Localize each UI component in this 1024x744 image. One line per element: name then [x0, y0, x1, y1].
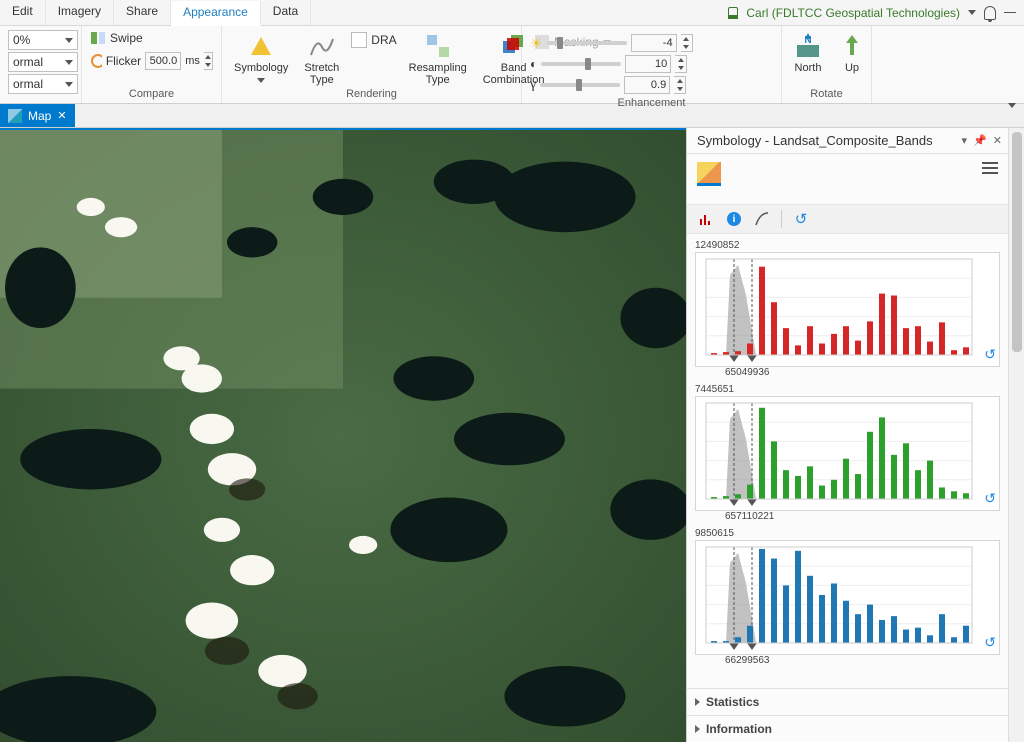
contrast-slider[interactable] [541, 62, 621, 66]
dra-icon [351, 32, 367, 48]
tabstrip-menu[interactable] [1000, 104, 1024, 127]
gamma-spinner[interactable] [674, 76, 686, 94]
symbology-title: Symbology - Landsat_Composite_Bands [697, 133, 933, 148]
tab-edit[interactable]: Edit [0, 0, 46, 25]
tab-data[interactable]: Data [261, 0, 311, 25]
symbology-panel: Symbology - Landsat_Composite_Bands ▾ 📌 … [686, 128, 1008, 742]
transparency-select[interactable]: 0% [8, 30, 78, 50]
user-label[interactable]: Carl (FDLTCC Geospatial Technologies) [746, 6, 960, 20]
histogram-min-label: 6504 [725, 367, 747, 378]
up-icon [842, 33, 862, 59]
histogram-max-x-label: 0221 [752, 511, 774, 522]
brightness-slider[interactable] [547, 41, 627, 45]
histogram-max-label: 9850615 [695, 528, 1000, 539]
histogram-min-label: 6629 [725, 655, 747, 666]
layer-blend-select[interactable]: ormal [8, 52, 78, 72]
ribbon: 0% ormal ormal Swipe Flicker 500.0 ms Co… [0, 26, 1024, 104]
map-tab-icon [8, 109, 22, 123]
lock-icon [728, 7, 738, 19]
minimize-icon[interactable] [1004, 12, 1016, 13]
rotate-group-label: Rotate [790, 88, 863, 100]
menu-icon[interactable] [982, 162, 998, 174]
rendering-group-label: Rendering [230, 88, 513, 100]
histogram-min-label: 65711 [725, 511, 752, 522]
panel-menu-icon[interactable]: ▾ [962, 134, 968, 147]
close-icon[interactable]: ✕ [57, 109, 66, 122]
bell-icon[interactable] [984, 6, 996, 20]
reset-histogram-icon[interactable]: ↺ [984, 634, 996, 651]
stretch-curve-icon[interactable] [753, 210, 771, 228]
enhancement-group-label: Enhancement [530, 97, 773, 109]
histogram-max-x-label: 9563 [747, 655, 769, 666]
north-button[interactable]: N North [790, 30, 826, 76]
feature-blend-select[interactable]: ormal [8, 74, 78, 94]
information-section[interactable]: Information [687, 715, 1008, 742]
histogram-tab-icon[interactable] [697, 210, 715, 228]
map-view[interactable] [0, 128, 686, 742]
map-tab[interactable]: Map ✕ [0, 104, 75, 127]
stretch-icon [309, 33, 335, 59]
histogram-blue[interactable]: ↺ [695, 540, 1000, 655]
dra-toggle[interactable]: DRA [351, 32, 396, 48]
tab-share[interactable]: Share [114, 0, 171, 25]
map-tabstrip: Map ✕ [0, 104, 1024, 128]
histogram-max-label: 12490852 [695, 240, 1000, 251]
pin-icon[interactable]: 📌 [973, 134, 987, 147]
flicker-button[interactable]: Flicker [106, 54, 141, 68]
swipe-icon [90, 30, 106, 46]
contrast-icon: ◐ [530, 57, 537, 71]
histogram-green[interactable]: ↺ [695, 396, 1000, 511]
scrollbar-thumb[interactable] [1012, 132, 1022, 352]
reset-histogram-icon[interactable]: ↺ [984, 490, 996, 507]
panel-close-icon[interactable]: ✕ [993, 134, 1002, 147]
statistics-section[interactable]: Statistics [687, 688, 1008, 715]
top-tab-bar: Edit Imagery Share Appearance Data Carl … [0, 0, 1024, 26]
symbology-icon [248, 33, 274, 59]
info-tab-icon[interactable]: i [725, 210, 743, 228]
contrast-value[interactable]: 10 [625, 55, 671, 73]
brightness-icon: ☀ [530, 35, 543, 52]
flicker-spinner[interactable] [204, 52, 213, 70]
gamma-value[interactable]: 0.9 [624, 76, 670, 94]
compare-group-label: Compare [90, 88, 213, 100]
reset-icon[interactable]: ↺ [792, 210, 810, 228]
satellite-image [0, 130, 686, 742]
north-icon: N [795, 33, 821, 59]
primary-symbology-icon[interactable] [697, 162, 721, 186]
resampling-icon [425, 33, 451, 59]
up-button[interactable]: Up [834, 30, 870, 76]
histogram-max-label: 7445651 [695, 384, 1000, 395]
stretch-type-button[interactable]: Stretch Type [300, 30, 343, 88]
brightness-spinner[interactable] [681, 34, 693, 52]
scrollbar[interactable] [1008, 128, 1024, 742]
expand-icon [695, 725, 700, 733]
gamma-slider[interactable] [540, 83, 620, 87]
flicker-icon [90, 53, 102, 69]
swipe-button[interactable]: Swipe [90, 30, 213, 46]
tab-appearance[interactable]: Appearance [171, 1, 261, 26]
chevron-down-icon[interactable] [968, 10, 976, 15]
symbology-button[interactable]: Symbology [230, 30, 292, 88]
histogram-max-x-label: 9936 [747, 367, 769, 378]
histogram-red[interactable]: ↺ [695, 252, 1000, 367]
brightness-value[interactable]: -4 [631, 34, 677, 52]
resampling-type-button[interactable]: Resampling Type [405, 30, 471, 88]
flicker-value-input[interactable]: 500.0 [145, 52, 181, 70]
flicker-unit: ms [185, 55, 200, 67]
gamma-icon: γ [530, 77, 536, 93]
tab-imagery[interactable]: Imagery [46, 0, 114, 25]
expand-icon [695, 698, 700, 706]
reset-histogram-icon[interactable]: ↺ [984, 346, 996, 363]
contrast-spinner[interactable] [675, 55, 687, 73]
